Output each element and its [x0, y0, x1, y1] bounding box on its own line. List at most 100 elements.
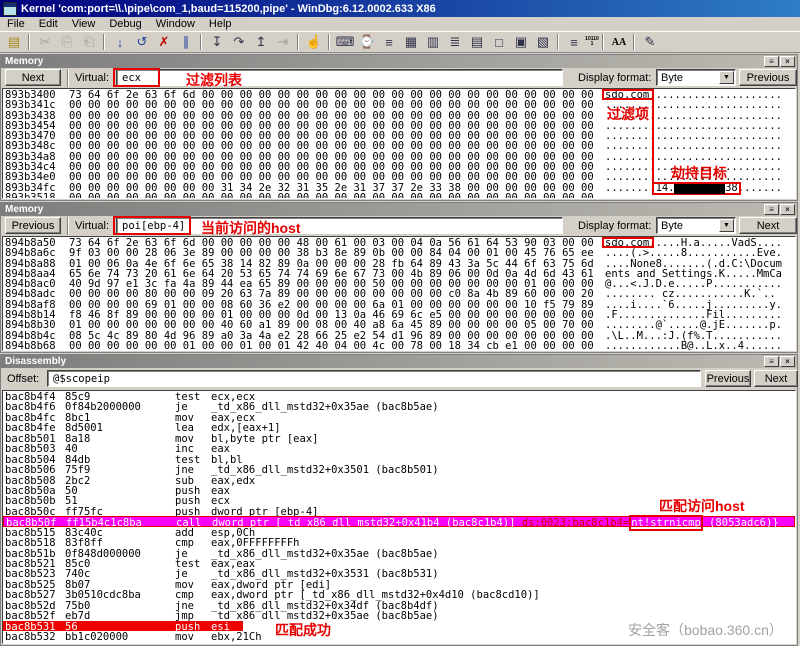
window-titlebar: Kernel 'com:port=\\.\pipe\com_1,baud=115…	[0, 0, 800, 17]
memory1-title: Memory	[5, 56, 43, 67]
menu-item[interactable]: File	[0, 18, 32, 30]
menubar: FileEditViewDebugWindowHelp	[0, 17, 800, 31]
memory-row: 893b341c00 00 00 00 00 00 00 00 00 00 00…	[3, 99, 795, 109]
source-mode-icon[interactable]: ≡	[563, 32, 585, 52]
memory-row: 893b345400 00 00 00 00 00 00 00 00 00 00…	[3, 120, 795, 130]
disassembly-line: bac8b51b0f848d000000je_td_x86_dll_mstd32…	[3, 548, 795, 558]
chevron-down-icon[interactable]: ▼	[719, 219, 734, 232]
step-over-icon[interactable]: ↷	[228, 32, 250, 52]
dock-icon[interactable]: ≡	[764, 56, 779, 67]
locals-window-icon[interactable]: ≡	[378, 32, 400, 52]
memory-row: 893b343800 00 00 00 00 00 00 00 00 00 00…	[3, 110, 795, 120]
cut-icon[interactable]: ✂	[34, 32, 56, 52]
annotation-match-host: 匹配访问host	[659, 496, 745, 516]
disassembly-line: bac8b4fc8bc1moveax,ecx	[3, 412, 795, 422]
modules-window-icon[interactable]: ▧	[532, 32, 554, 52]
memory1-controls: Next Virtual: ecx 过滤列表 Display format: B…	[1, 68, 797, 88]
memory-row: 893b340073 64 6f 2e 63 6f 6d 00 00 00 00…	[3, 89, 795, 99]
row-hex: 00 00 00 00 00 00 01 00 00 01 00 01 42 4…	[69, 340, 594, 351]
display-format-select[interactable]: Byte ▼	[656, 217, 736, 234]
row-address: 893b3518	[5, 192, 56, 199]
memory-row: 894b8adc00 00 00 00 80 00 00 09 20 63 7a…	[3, 288, 795, 298]
memory2-title: Memory	[5, 204, 43, 215]
display-format-label: Display format:	[578, 220, 651, 232]
virtual-address-input[interactable]: ecx	[116, 69, 563, 86]
disassembly-line: bac8b4f60f84b2000000je_td_x86_dll_mstd32…	[3, 401, 795, 411]
instruction-address: bac8b532	[5, 631, 56, 643]
break-hand-icon[interactable]: ☝	[303, 32, 325, 52]
processes-window-icon[interactable]: ▣	[510, 32, 532, 52]
dock-icon[interactable]: ≡	[764, 356, 779, 367]
instruction-operands: ebx,21Ch	[211, 631, 262, 643]
watch-window-icon[interactable]: ⌚	[356, 32, 378, 52]
menu-item[interactable]: Edit	[32, 18, 65, 30]
annotation-box-poi	[113, 216, 191, 235]
memory-row: 894b8a5073 64 6f 2e 63 6f 6d 00 00 00 00…	[3, 237, 795, 247]
previous-button[interactable]: Previous	[5, 217, 61, 234]
copy-icon[interactable]: ⎘	[56, 32, 78, 52]
current-host-box	[602, 237, 654, 248]
memory-row: 894b8b3001 00 00 00 00 00 00 00 40 60 a1…	[3, 319, 795, 329]
offset-label: Offset:	[7, 373, 39, 385]
window-title: Kernel 'com:port=\\.\pipe\com_1,baud=115…	[21, 3, 436, 15]
next-button[interactable]: Next	[754, 370, 798, 387]
menu-item[interactable]: Window	[149, 18, 202, 30]
previous-button[interactable]: Previous	[705, 370, 751, 387]
open-file-icon[interactable]: ▤	[3, 32, 25, 52]
disassembly-line: bac8b4fe8d5001leaedx,[eax+1]	[3, 422, 795, 432]
memory-row: 894b8a6c9f 03 00 00 28 06 3e 89 00 00 00…	[3, 247, 795, 257]
scratchpad-icon[interactable]: □	[488, 32, 510, 52]
go-icon[interactable]: ↓	[109, 32, 131, 52]
close-icon[interactable]: ×	[780, 56, 795, 67]
break-icon[interactable]: ∥	[175, 32, 197, 52]
font-icon[interactable]: AA	[608, 32, 630, 52]
memory2-titlebar: Memory ≡ ×	[1, 203, 797, 216]
divider	[67, 69, 69, 87]
registers-window-icon[interactable]: ▦	[400, 32, 422, 52]
memory-row: 894b8b14f8 46 8f 89 00 00 00 00 01 00 00…	[3, 309, 795, 319]
disassembly-line: bac8b50fff15b4c1c8bacalldword ptr [_td_x…	[3, 516, 795, 526]
menu-item[interactable]: Help	[202, 18, 239, 30]
disassembly-line: bac8b50484dbtestbl,bl	[3, 454, 795, 464]
disassembly-line: bac8b5258b07moveax,dword ptr [edi]	[3, 579, 795, 589]
next-button[interactable]: Next	[739, 217, 797, 234]
memory-window-icon[interactable]: ▥	[422, 32, 444, 52]
options-icon[interactable]: ✎	[639, 32, 661, 52]
row-ascii: ............B@..L.x..4......	[605, 340, 782, 351]
virtual-label: Virtual:	[75, 220, 109, 232]
disassembly-line: bac8b51883f8ffcmpeax,0FFFFFFFFh	[3, 537, 795, 547]
close-icon[interactable]: ×	[780, 204, 795, 215]
windbg-app-icon	[3, 2, 17, 16]
annotation-match-success: 匹配成功	[275, 620, 331, 640]
memory2-controls: Previous Virtual: poi[ebp-4] 当前访问的host D…	[1, 216, 797, 236]
run-to-cursor-icon[interactable]: ⇥	[272, 32, 294, 52]
disassembly-line: bac8b5018a18movbl,byte ptr [eax]	[3, 433, 795, 443]
disassembly-controls: Offset: @$scopeip Previous Next	[1, 368, 797, 390]
memory2-hexdump: 894b8a5073 64 6f 2e 63 6f 6d 00 00 00 00…	[2, 236, 796, 351]
restart-icon[interactable]: ↺	[131, 32, 153, 52]
disassembly-line: bac8b52185c0testeax,eax	[3, 558, 795, 568]
disassembly-window-icon[interactable]: ▤	[466, 32, 488, 52]
offset-input[interactable]: @$scopeip	[47, 370, 701, 387]
disassembly-line: bac8b4f485c9testecx,ecx	[3, 391, 795, 401]
step-out-icon[interactable]: ↥	[250, 32, 272, 52]
byte-code-icon[interactable]: 101101	[585, 32, 599, 52]
paste-icon[interactable]: ⎗	[78, 32, 100, 52]
command-window-icon[interactable]: ⌨	[334, 32, 356, 52]
callstack-window-icon[interactable]: ≣	[444, 32, 466, 52]
chevron-down-icon[interactable]: ▼	[719, 71, 734, 84]
previous-button[interactable]: Previous	[739, 69, 797, 86]
next-button[interactable]: Next	[5, 69, 61, 86]
annotation-filter-list: 过滤列表	[186, 70, 242, 90]
menu-item[interactable]: Debug	[102, 18, 148, 30]
step-into-icon[interactable]: ↧	[206, 32, 228, 52]
instruction-mnemonic: mov	[175, 631, 194, 643]
close-icon[interactable]: ×	[780, 356, 795, 367]
display-format-value: Byte	[661, 220, 683, 232]
annotation-current-host: 当前访问的host	[201, 218, 301, 238]
stop-debugging-icon[interactable]: ✗	[153, 32, 175, 52]
display-format-select[interactable]: Byte ▼	[656, 69, 736, 86]
annotation-filter-item: 过滤项	[607, 104, 649, 124]
dock-icon[interactable]: ≡	[764, 204, 779, 215]
menu-item[interactable]: View	[65, 18, 103, 30]
